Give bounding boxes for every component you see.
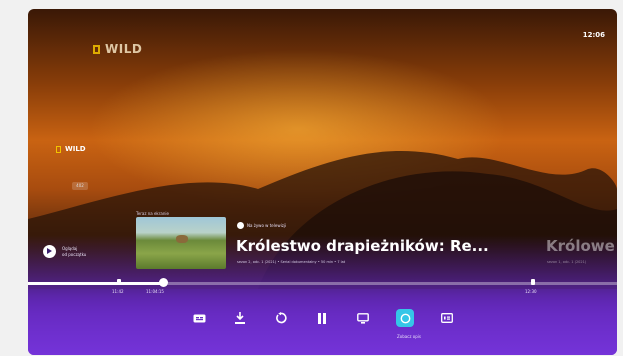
player-controls — [191, 309, 455, 327]
record-button[interactable] — [232, 310, 248, 326]
tv-player-screen: WILD 12:06 WILD 402 Oglądaj od początku … — [28, 9, 617, 355]
circle-icon — [400, 313, 410, 323]
channel-logo: WILD — [56, 145, 86, 153]
next-program-meta: sezon 1, odc. 1 (2021) — [547, 260, 587, 264]
download-icon — [235, 312, 245, 324]
restart-from-beginning-button[interactable]: Oglądaj od początku — [43, 245, 86, 258]
program-title[interactable]: Królestwo drapieżników: Re... — [236, 237, 489, 255]
live-dot-icon — [237, 222, 244, 229]
time-end: 12:30 — [525, 289, 537, 294]
program-thumbnail[interactable] — [136, 217, 226, 269]
info-button[interactable] — [439, 310, 455, 326]
restart-line2: od początku — [62, 251, 87, 257]
restart-line1: Oglądaj — [62, 245, 78, 251]
live-badge: Na żywo w telewizji — [237, 222, 286, 229]
animal-shape — [176, 235, 188, 243]
channel-name: WILD — [65, 145, 86, 153]
program-meta: sezon 2, odc. 1 (2021) • Serial dokument… — [237, 260, 346, 264]
section-label: Teraz na ekranie — [136, 211, 169, 216]
channel-logo-watermark: WILD — [93, 42, 142, 56]
live-badge-text: Na żywo w telewizji — [247, 223, 287, 228]
channel-number: 402 — [72, 182, 88, 190]
subtitles-button[interactable] — [191, 310, 207, 326]
time-start: 11:04:15 — [146, 289, 164, 294]
replay-icon — [276, 312, 287, 324]
next-program-title[interactable]: Królowe — [546, 237, 615, 255]
nat-geo-box-icon — [93, 44, 100, 54]
details-button[interactable] — [396, 309, 414, 327]
clock: 12:06 — [582, 31, 605, 39]
segment-end-marker — [531, 279, 535, 285]
pause-button[interactable] — [314, 310, 330, 326]
replay-button[interactable] — [273, 310, 289, 326]
progress-fill — [28, 282, 164, 285]
nat-geo-box-icon — [56, 145, 61, 153]
active-control-caption: Zobacz opis — [397, 334, 421, 339]
tv-guide-icon — [357, 312, 369, 324]
segment-start-marker — [117, 279, 121, 285]
tv-guide-button[interactable] — [355, 310, 371, 326]
time-current: 11:42 — [112, 289, 124, 294]
info-icon — [441, 313, 453, 323]
cc-icon — [193, 314, 205, 322]
pause-icon — [318, 312, 326, 324]
play-icon — [43, 245, 56, 258]
restart-label: Oglądaj od początku — [62, 246, 86, 258]
watermark-text: WILD — [105, 42, 143, 56]
